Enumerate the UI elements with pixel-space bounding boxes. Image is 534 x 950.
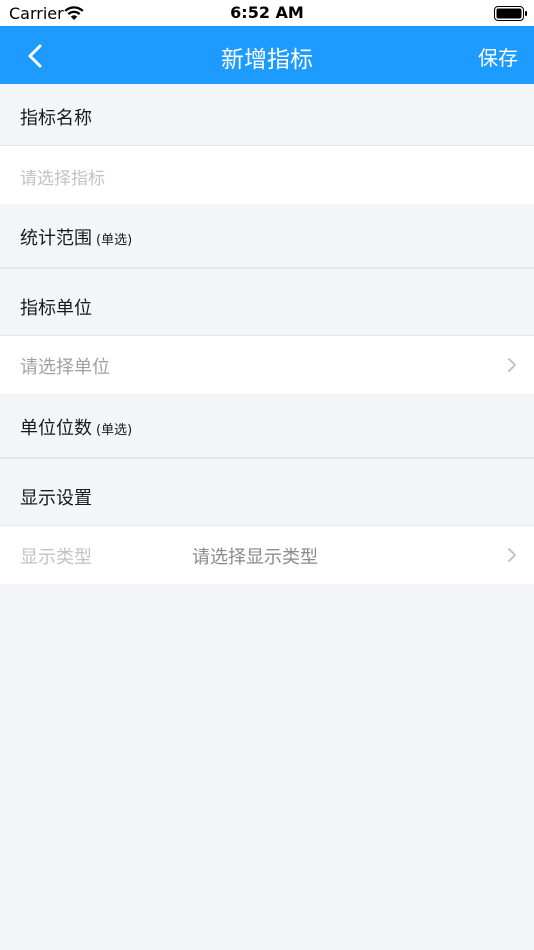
unit-select-placeholder: 请选择单位 (20, 357, 110, 378)
display-settings-label: 显示设置 (20, 488, 92, 509)
indicator-unit-header: 指标单位 (0, 274, 534, 336)
indicator-unit-label: 指标单位 (20, 298, 92, 319)
indicator-name-placeholder: 请选择指标 (20, 169, 105, 189)
navigation-bar: 新增指标 保存 (0, 26, 534, 84)
unit-digits-label: 单位位数 (单选) (20, 418, 133, 439)
stat-range-hint: (单选) (96, 233, 133, 248)
indicator-name-header: 指标名称 (0, 84, 534, 146)
chevron-right-icon (506, 356, 518, 374)
display-settings-header: 显示设置 (0, 464, 534, 526)
stat-range-header: 统计范围 (单选) (0, 204, 534, 268)
unit-digits-header: 单位位数 (单选) (0, 394, 534, 458)
save-button[interactable]: 保存 (478, 42, 518, 71)
status-bar: Carrier 6:52 AM (0, 0, 534, 26)
page-title: 新增指标 (221, 47, 313, 73)
stat-range-label: 统计范围 (单选) (20, 228, 133, 249)
unit-select[interactable]: 请选择单位 (0, 336, 534, 394)
status-time: 6:52 AM (230, 3, 304, 22)
unit-digits-hint: (单选) (96, 423, 133, 438)
battery-icon (494, 6, 528, 21)
chevron-right-icon (506, 546, 518, 564)
indicator-name-label: 指标名称 (20, 108, 92, 129)
indicator-name-input[interactable]: 请选择指标 (0, 146, 534, 204)
display-type-select[interactable]: 显示类型 请选择显示类型 (0, 526, 534, 584)
display-type-placeholder: 请选择显示类型 (192, 547, 318, 568)
display-type-label: 显示类型 (20, 547, 92, 568)
